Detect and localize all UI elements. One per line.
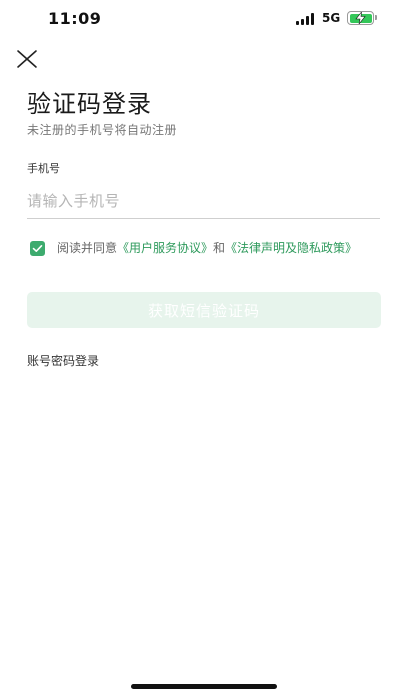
close-button[interactable]	[12, 44, 42, 74]
get-sms-code-button[interactable]: 获取短信验证码	[27, 292, 381, 328]
agreement-prefix: 阅读并同意	[57, 241, 118, 255]
charging-bolt-icon	[355, 12, 366, 24]
check-icon	[32, 245, 43, 252]
status-time: 11:09	[48, 9, 102, 28]
phone-label: 手机号	[27, 162, 60, 175]
close-icon	[17, 50, 37, 68]
legal-policy-link[interactable]: 《法律声明及隐私政策》	[225, 241, 357, 255]
network-type: 5G	[322, 11, 341, 25]
page-title: 验证码登录	[27, 90, 152, 118]
phone-input[interactable]	[27, 183, 380, 219]
battery-cap	[375, 15, 377, 20]
status-bar: 11:09 5G	[0, 0, 408, 40]
password-login-link[interactable]: 账号密码登录	[27, 352, 99, 369]
home-indicator	[131, 684, 277, 689]
signal-icon	[296, 13, 316, 25]
user-agreement-link[interactable]: 《用户服务协议》	[117, 241, 213, 255]
agreement-text: 阅读并同意《用户服务协议》和《法律声明及隐私政策》	[57, 240, 387, 257]
agreement-conjunction: 和	[213, 241, 226, 255]
page-subtitle: 未注册的手机号将自动注册	[27, 123, 178, 137]
agreement-checkbox[interactable]	[30, 241, 45, 256]
